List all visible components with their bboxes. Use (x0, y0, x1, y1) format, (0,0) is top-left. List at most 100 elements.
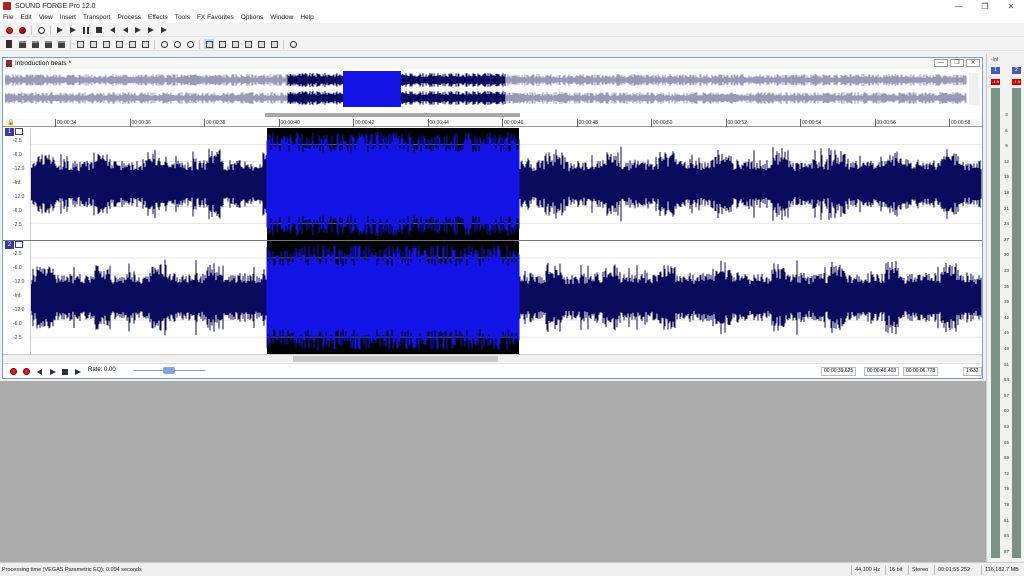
channel-2-waveform[interactable] (31, 241, 982, 354)
channel-1-header: 1 -2.5 -6.0 -12.0 -Inf. -12.0 -6.0 -2.5 (3, 128, 31, 240)
data-window: Introduction beats * — ❐ ✕ 🔒 00:00:34 00:… (2, 57, 983, 379)
ruler-time-label: 00:00:52 (727, 120, 747, 126)
copy-icon[interactable] (88, 39, 98, 49)
playbar-go-to-start-icon[interactable] (35, 367, 44, 376)
redo-icon[interactable] (172, 39, 182, 49)
crop-icon[interactable] (140, 39, 150, 49)
menu-insert[interactable]: Insert (60, 14, 76, 21)
overview-scrollbar[interactable] (969, 73, 979, 105)
playbar-play-icon[interactable] (73, 367, 82, 376)
channel-2-number[interactable]: 2 (5, 241, 14, 249)
go-to-end-icon[interactable] (146, 25, 156, 35)
lock-icon[interactable]: 🔒 (7, 119, 14, 126)
open-file-icon[interactable] (17, 39, 27, 49)
channel-1-minimize-button[interactable] (15, 128, 23, 135)
meter-scale-label: 84 (1003, 533, 1009, 539)
playbar-record-icon[interactable] (9, 367, 18, 376)
loop-icon[interactable] (36, 25, 46, 35)
event-tool-icon[interactable] (256, 39, 266, 49)
play-all-icon[interactable] (55, 25, 65, 35)
channel-2-minimize-button[interactable] (15, 241, 23, 248)
edit-tool-icon[interactable] (204, 39, 214, 49)
ruler-tick (204, 119, 205, 127)
save-icon[interactable] (30, 39, 40, 49)
menu-tools[interactable]: Tools (175, 14, 190, 21)
data-window-controls: — ❐ ✕ (932, 59, 980, 67)
meter-right-peak[interactable]: -1.5 (1012, 79, 1021, 85)
status-file-size[interactable]: 116,182.7 MB (981, 565, 1019, 575)
waveform-overview[interactable] (5, 71, 967, 107)
next-marker-icon[interactable] (159, 25, 169, 35)
snap-icon[interactable] (269, 39, 279, 49)
menu-fx-favorites[interactable]: FX Favorites (197, 14, 234, 21)
level-meters: -Inf 1 2 -1.5 -1.5 3 6 9 12 15 18 21 24 27 30 33 36… (986, 54, 1024, 562)
status-duration[interactable]: 00:01:55.252 (934, 565, 970, 575)
toolbar-separator (283, 39, 284, 49)
overview-selection-bar[interactable] (265, 113, 520, 117)
ruler-time-label: 00:00:36 (131, 120, 151, 126)
scrub-icon[interactable] (288, 39, 298, 49)
new-file-icon[interactable] (4, 39, 14, 49)
meter-scale-label: 69 (1003, 455, 1009, 461)
play-icon[interactable] (68, 25, 78, 35)
trim-icon[interactable] (127, 39, 137, 49)
meter-left-label[interactable]: 1 (991, 67, 1000, 74)
db-label: -12.0 (13, 166, 25, 172)
pencil-tool-icon[interactable] (230, 39, 240, 49)
cut-icon[interactable] (75, 39, 85, 49)
meter-right-label[interactable]: 2 (1012, 67, 1021, 74)
menu-effects[interactable]: Effects (148, 14, 168, 21)
paste-icon[interactable] (101, 39, 111, 49)
rewind-icon[interactable] (120, 25, 130, 35)
overview-selection[interactable] (343, 71, 401, 107)
selection-start-time[interactable]: 00:00:39.625 (821, 367, 857, 376)
menu-edit[interactable]: Edit (20, 14, 31, 21)
forward-icon[interactable] (133, 25, 143, 35)
envelope-tool-icon[interactable] (243, 39, 253, 49)
channel-1-number[interactable]: 1 (5, 128, 14, 136)
selection-end-time[interactable]: 00:00:46.403 (864, 367, 900, 376)
menu-view[interactable]: View (39, 14, 53, 21)
horizontal-scroll-thumb[interactable] (293, 356, 498, 362)
record-icon[interactable] (4, 25, 14, 35)
record-options-icon[interactable] (17, 25, 27, 35)
menu-options[interactable]: Options (241, 14, 263, 21)
restore-button[interactable]: ❐ (972, 0, 998, 12)
playbar-go-to-end-icon[interactable] (48, 367, 57, 376)
channel-1-waveform[interactable] (31, 128, 982, 240)
pause-icon[interactable] (81, 25, 91, 35)
rate-label: Rate: 0.00 (88, 367, 116, 373)
go-to-start-icon[interactable] (107, 25, 117, 35)
status-bit-depth[interactable]: 16 bit (885, 565, 902, 575)
close-button[interactable]: ✕ (998, 0, 1024, 12)
menu-process[interactable]: Process (118, 14, 141, 21)
menu-transport[interactable]: Transport (83, 14, 111, 21)
undo-icon[interactable] (159, 39, 169, 49)
save-as-icon[interactable] (43, 39, 53, 49)
playbar-record-arm-icon[interactable] (22, 367, 31, 376)
meter-left-peak[interactable]: -1.5 (991, 79, 1000, 85)
db-label: -6.0 (13, 321, 22, 327)
paste-mix-icon[interactable] (114, 39, 124, 49)
status-sample-rate[interactable]: 44,100 Hz (851, 565, 880, 575)
playbar-stop-icon[interactable] (60, 367, 69, 376)
repeat-icon[interactable] (185, 39, 195, 49)
data-window-minimize-button[interactable]: — (934, 59, 948, 67)
rate-slider-thumb[interactable] (163, 367, 175, 374)
horizontal-scrollbar[interactable] (3, 354, 982, 362)
render-icon[interactable] (56, 39, 66, 49)
data-window-maximize-button[interactable]: ❐ (950, 59, 964, 67)
toolbar-separator (31, 25, 32, 35)
stop-icon[interactable] (94, 25, 104, 35)
status-channels[interactable]: Stereo (908, 565, 928, 575)
data-window-close-button[interactable]: ✕ (966, 59, 980, 67)
selection-length-time[interactable]: 00:00:06.778 (903, 367, 939, 376)
menu-help[interactable]: Help (300, 14, 313, 21)
time-ruler[interactable]: 🔒 00:00:34 00:00:36 00:00:38 00:00:40 00:00:… (3, 119, 982, 127)
zoom-ratio[interactable]: 1:632 (963, 367, 982, 376)
meter-scale-label: 42 (1003, 314, 1009, 320)
menu-file[interactable]: File (3, 14, 13, 21)
menu-window[interactable]: Window (270, 14, 293, 21)
minimize-button[interactable]: — (946, 0, 972, 12)
magnify-tool-icon[interactable] (217, 39, 227, 49)
